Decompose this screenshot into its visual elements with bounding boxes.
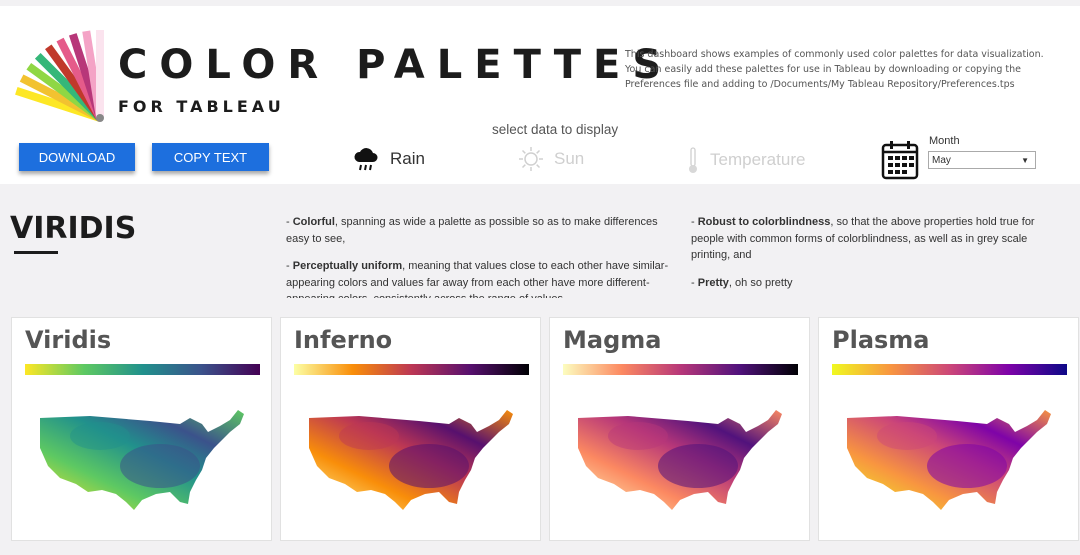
palette-gradient-bar xyxy=(832,364,1067,375)
bullet-item: - Pretty, oh so pretty xyxy=(691,276,793,289)
palette-gradient-bar xyxy=(25,364,260,375)
data-option-rain[interactable]: Rain xyxy=(352,146,425,172)
us-map xyxy=(40,410,244,510)
description-column-right: - Robust to colorblindness, so that the … xyxy=(691,214,1036,302)
us-map xyxy=(847,410,1051,510)
us-map xyxy=(578,410,782,510)
download-button[interactable]: DOWNLOAD xyxy=(19,143,135,171)
thermometer-icon xyxy=(689,147,697,173)
header: COLOR PALETTES FOR TABLEAU This dashboar… xyxy=(0,0,1080,184)
bullet-item: - Perceptually uniform, meaning that val… xyxy=(286,260,669,298)
palette-card-title: Viridis xyxy=(25,326,112,354)
section-title-underline xyxy=(14,251,58,254)
data-option-sun[interactable]: Sun xyxy=(518,146,584,172)
palette-fan-logo xyxy=(15,30,104,122)
chevron-down-icon: ▼ xyxy=(1021,155,1029,165)
section-title: VIRIDIS xyxy=(10,211,137,246)
palette-card-title: Plasma xyxy=(832,326,930,354)
month-selected-value: May xyxy=(932,154,951,166)
palette-card-magma: Magma xyxy=(549,317,810,541)
dashboard-description: This dashboard shows examples of commonl… xyxy=(625,49,1044,90)
bullet-item: - Colorful, spanning as wide a palette a… xyxy=(286,216,658,245)
page-subtitle: FOR TABLEAU xyxy=(118,97,285,116)
rain-cloud-icon xyxy=(354,148,378,171)
calendar-icon xyxy=(881,141,919,180)
palette-card-title: Inferno xyxy=(294,326,393,354)
palette-gradient-bar xyxy=(294,364,529,375)
data-option-temperature[interactable]: Temperature xyxy=(686,146,805,174)
description-column-left: - Colorful, spanning as wide a palette a… xyxy=(286,214,678,298)
palette-card-title: Magma xyxy=(563,326,662,354)
month-dropdown[interactable]: May ▼ xyxy=(928,151,1036,169)
palette-card-plasma: Plasma xyxy=(818,317,1079,541)
palette-card-viridis: Viridis xyxy=(11,317,272,541)
palette-card-inferno: Inferno xyxy=(280,317,541,541)
month-label: Month xyxy=(929,135,960,147)
sun-icon xyxy=(519,147,543,171)
palette-gradient-bar xyxy=(563,364,798,375)
copy-text-button[interactable]: COPY TEXT xyxy=(152,143,269,171)
bullet-item: - Robust to colorblindness, so that the … xyxy=(691,216,1035,261)
us-map xyxy=(309,410,513,510)
data-select-label: select data to display xyxy=(492,122,619,137)
data-option-label: Rain xyxy=(390,149,425,168)
page-title: COLOR PALETTES xyxy=(118,42,674,88)
data-option-label: Temperature xyxy=(710,150,806,169)
data-option-label: Sun xyxy=(554,149,585,168)
